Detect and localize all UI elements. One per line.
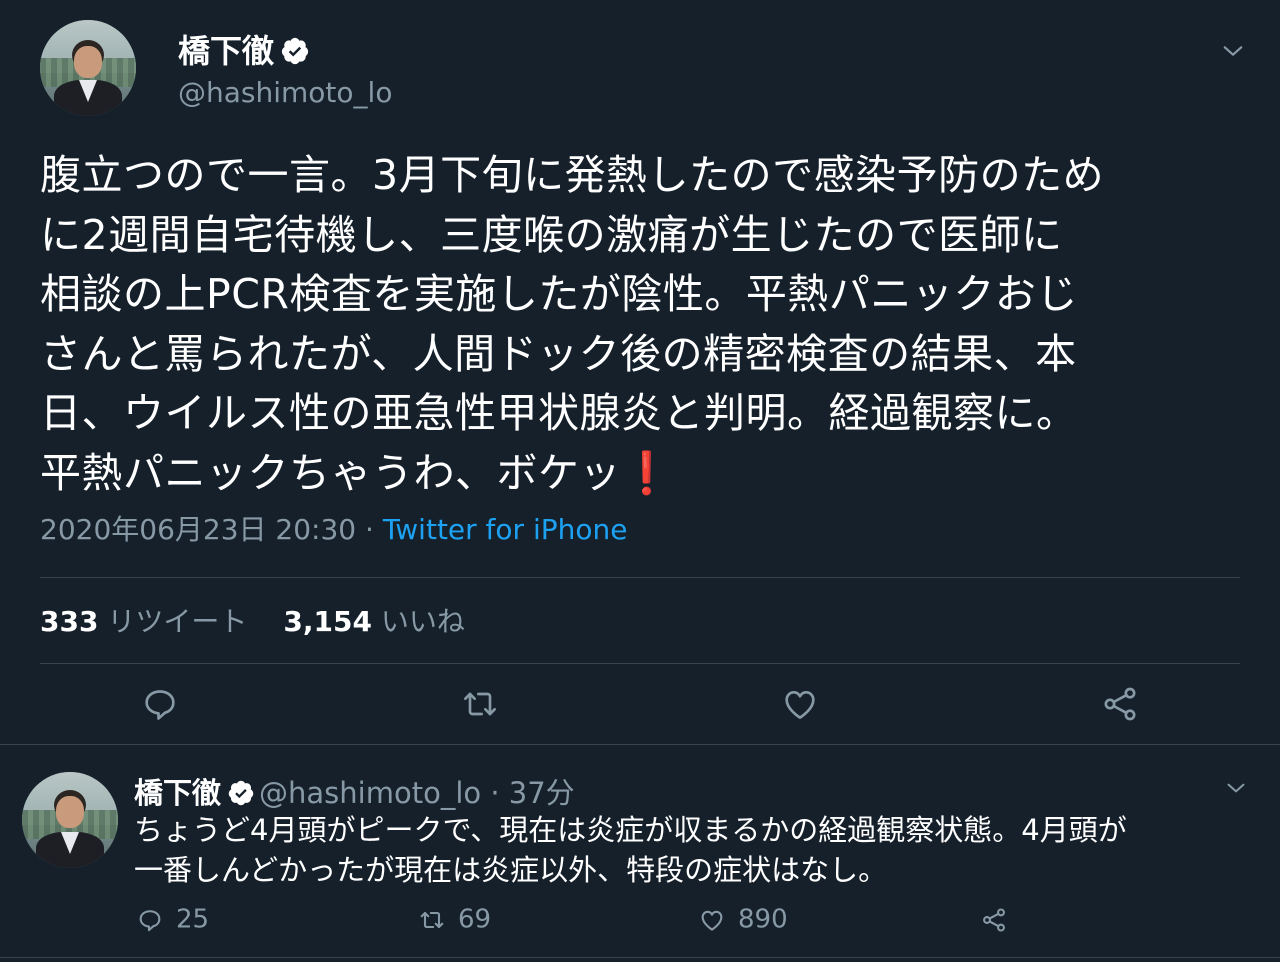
tweet-detail-screen: 橋下徹 @hashimoto_lo 腹立つので一言。3月下旬に発熱したので感染予…	[0, 0, 1280, 962]
reply-text: ちょうど4月頭がピークで、現在は炎症が収まるかの経過観察状態。4月頭が 一番しん…	[134, 810, 1244, 890]
reply-reply-count: 25	[176, 904, 210, 935]
tweet-timestamp[interactable]: 2020年06月23日 20:30	[40, 513, 356, 546]
tweet-text-line: さんと罵られたが、人間ドック後の精密検査の結果、本	[40, 329, 1077, 378]
tweet-text-line: 平熱パニックちゃうわ、ボケッ❗	[40, 444, 1250, 504]
reply-author-handle[interactable]: @hashimoto_lo	[259, 776, 481, 810]
reply-reply-button[interactable]: 25	[136, 904, 209, 938]
reply-like-count: 890	[738, 904, 788, 935]
reply-header: 橋下徹 @hashimoto_lo · 37分	[134, 770, 575, 812]
author-display-name[interactable]: 橋下徹	[178, 26, 310, 72]
retweet-stat[interactable]: 333 リツイート	[40, 605, 247, 638]
heart-icon	[785, 691, 815, 719]
verified-badge-icon	[227, 779, 255, 807]
like-button[interactable]	[780, 684, 820, 724]
tweet-text-line: 日、ウイルス性の亜急性甲状腺炎と判明。経過観察に。	[40, 389, 1078, 437]
retweet-arrows-icon	[464, 692, 496, 716]
divider	[40, 663, 1240, 664]
retweet-count: 333	[40, 605, 99, 638]
tweet-text-line: 相談の上PCR検査を実施したが陰性。平熱パニックおじ	[40, 270, 1078, 318]
share-button[interactable]	[1100, 684, 1140, 724]
author-avatar[interactable]	[40, 20, 136, 116]
heart-icon	[698, 906, 726, 934]
verified-badge-icon	[280, 36, 310, 66]
reply-like-button[interactable]: 890	[698, 904, 788, 938]
exclamation-emoji-icon: ❗	[621, 448, 673, 497]
retweet-button[interactable]	[460, 684, 500, 724]
chevron-down-icon[interactable]	[1222, 40, 1244, 62]
section-divider	[0, 957, 1280, 958]
tweet-source-link[interactable]: Twitter for iPhone	[383, 513, 628, 546]
tweet-text-line: 腹立つので一言。3月下旬に発熱したので感染予防のため	[40, 151, 1105, 199]
divider	[40, 577, 1240, 578]
share-icon	[980, 906, 1008, 934]
speech-bubble-icon	[145, 690, 175, 720]
reply-retweet-count: 69	[458, 904, 492, 935]
speech-bubble-icon	[136, 906, 164, 934]
reply-share-button[interactable]	[980, 904, 1020, 938]
tweet-meta: 2020年06月23日 20:30 · Twitter for iPhone	[40, 508, 627, 548]
reply-author-avatar[interactable]	[22, 772, 118, 868]
like-label: いいね	[380, 605, 465, 638]
tweet-stats: 333 リツイート 3,154 いいね	[40, 600, 465, 640]
tweet-text-line: に2週間自宅待機し、三度喉の激痛が生じたので医師に	[40, 210, 1063, 259]
retweet-arrows-icon	[418, 906, 446, 934]
share-icon	[1104, 687, 1136, 721]
section-divider	[0, 744, 1280, 745]
reply-button[interactable]	[140, 684, 180, 724]
reply-text-line: 一番しんどかったが現在は炎症以外、特段の症状はなし。	[134, 853, 888, 887]
chevron-down-icon[interactable]	[1226, 778, 1246, 798]
like-count: 3,154	[283, 605, 372, 638]
reply-author-name[interactable]: 橋下徹	[134, 776, 221, 810]
meta-separator: ·	[356, 513, 383, 546]
like-stat[interactable]: 3,154 いいね	[283, 605, 465, 638]
reply-time[interactable]: · 37分	[490, 776, 574, 810]
tweet-text-last: 平熱パニックちゃうわ、ボケッ	[40, 448, 621, 497]
tweet-text: 腹立つので一言。3月下旬に発熱したので感染予防のため に2週間自宅待機し、三度喉…	[40, 146, 1250, 503]
reply-text-line: ちょうど4月頭がピークで、現在は炎症が収まるかの経過観察状態。4月頭が	[134, 813, 1127, 847]
reply-retweet-button[interactable]: 69	[418, 904, 491, 938]
retweet-label: リツイート	[107, 605, 248, 638]
author-handle[interactable]: @hashimoto_lo	[178, 76, 392, 109]
author-name-text[interactable]: 橋下徹	[178, 32, 274, 70]
